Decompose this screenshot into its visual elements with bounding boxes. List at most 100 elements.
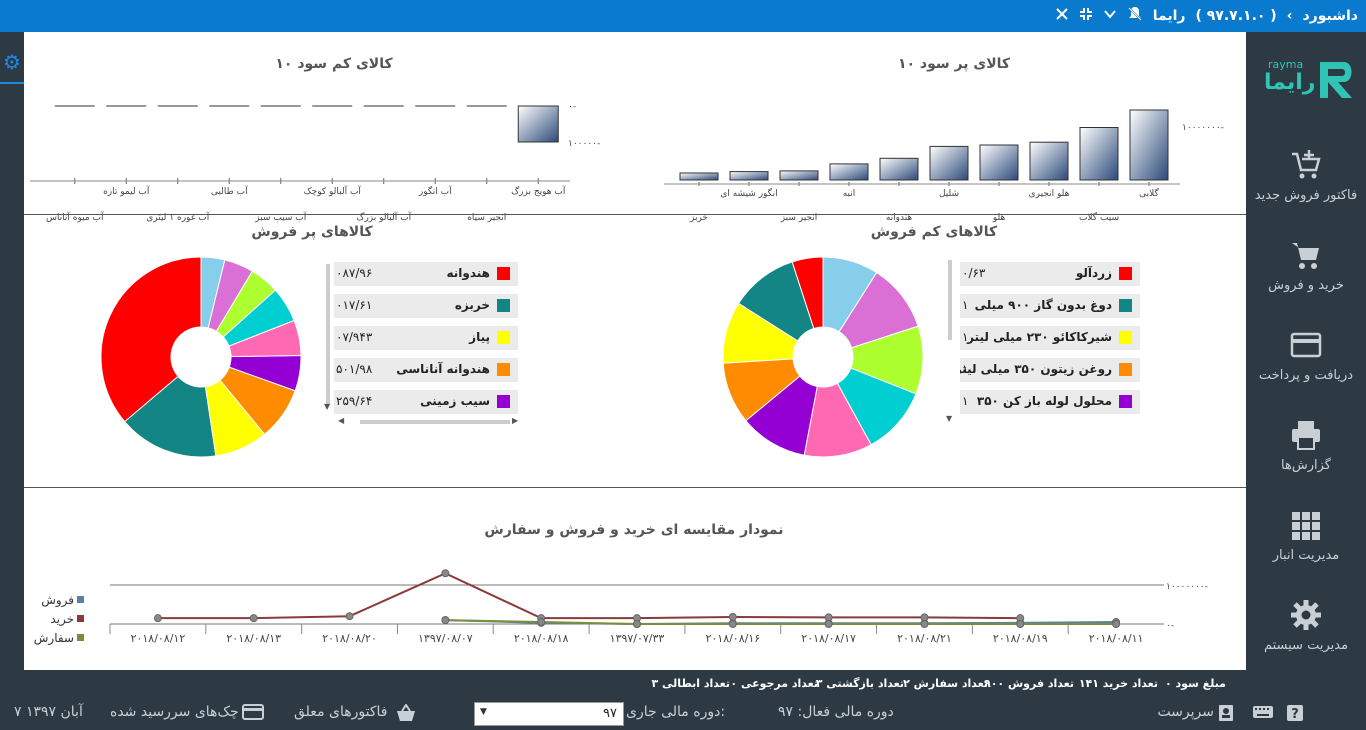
stat-refunds: تعداد مرجوعی ۰ bbox=[730, 677, 818, 690]
sidebar-item-reports[interactable]: گزارش‌ها bbox=[1246, 418, 1366, 498]
current-period-value: ۹۷ bbox=[603, 706, 617, 721]
legend-row: هندوانه آناناسی ۵۰۱/۹۸ bbox=[334, 358, 518, 382]
cart-icon bbox=[1292, 243, 1319, 269]
chevron-down-icon[interactable] bbox=[1103, 7, 1117, 25]
user-badge-icon bbox=[1218, 704, 1236, 726]
app-name: رایما bbox=[1152, 8, 1186, 24]
fullscreen-icon[interactable] bbox=[1079, 7, 1093, 25]
y-tick-label: ۱۰۰۰۰۰۰۰- bbox=[1166, 582, 1208, 592]
legend-row: محلول لوله باز کن ۳۵۰ ۱ bbox=[960, 390, 1140, 414]
y-tick-label: ۱۰۰۰۰۰۰۰- bbox=[1182, 123, 1224, 133]
settings-strip: ⚙ bbox=[0, 32, 24, 670]
legend-swatch bbox=[497, 299, 510, 312]
legend-swatch bbox=[77, 615, 84, 622]
sidebar-item-label: فاکتور فروش جدید bbox=[1254, 188, 1358, 203]
x-tick-label: آب آلبالو بزرگ bbox=[356, 211, 411, 223]
scroll-down-icon[interactable]: ▼ bbox=[946, 414, 952, 423]
legend-row: روغن زیتون ۳۵۰ میلی لیتر ۱ bbox=[960, 358, 1140, 382]
x-tick-label: ۱۳۹۷/۰۷/۳۳ bbox=[610, 632, 665, 645]
keyboard-icon[interactable] bbox=[1252, 704, 1274, 724]
current-user: سرپرست bbox=[1157, 704, 1214, 720]
legend-swatch bbox=[1119, 267, 1132, 280]
sidebar-item-label: دریافت و پرداخت bbox=[1258, 368, 1354, 383]
title-bar: داشبورد ‹ ( ۹۷.۷.۱.۰ ) رایما bbox=[0, 0, 1366, 32]
due-checks-link[interactable]: چک‌های سررسید شده bbox=[110, 704, 239, 720]
scroll-left-icon[interactable]: ◀ bbox=[338, 416, 344, 425]
sidebar-item-system[interactable]: مدیریت سیستم bbox=[1246, 598, 1366, 678]
x-tick-label: ۲۰۱۸/۰۸/۱۷ bbox=[801, 632, 856, 645]
legend-value: ۱ bbox=[962, 298, 969, 312]
sidebar-item-warehouse[interactable]: مدیریت انبار bbox=[1246, 508, 1366, 588]
sidebar-item-payments[interactable]: دریافت و پرداخت bbox=[1246, 328, 1366, 408]
x-tick-label: آب میوه آناناس bbox=[46, 211, 104, 223]
x-tick-label: آب انگور bbox=[418, 185, 452, 197]
x-tick-label: آب آلبالو کوچک bbox=[304, 185, 362, 197]
legend-value: ۰/۶۳ bbox=[962, 266, 986, 280]
credit-card-icon bbox=[1290, 332, 1322, 358]
close-icon[interactable] bbox=[1055, 7, 1069, 25]
top-sales-title: کالاهای پر فروش bbox=[251, 224, 373, 240]
legend-label: خرید bbox=[50, 612, 74, 627]
y-tick-label: ۰- bbox=[568, 102, 576, 112]
logo-text: رایما bbox=[1264, 70, 1316, 95]
x-tick-label: ۲۰۱۸/۰۸/۱۱ bbox=[1089, 632, 1144, 645]
active-indicator bbox=[0, 82, 24, 84]
x-tick-label: ۲۰۱۸/۰۸/۱۹ bbox=[993, 632, 1048, 645]
compare-title: نمودار مقایسه ای خرید و فروش و سفارش bbox=[484, 522, 784, 538]
bar bbox=[729, 171, 769, 181]
current-period-label: دوره مالی جاری: bbox=[626, 704, 726, 720]
legend-value: ۱ bbox=[962, 362, 969, 376]
legend-label: شیرکاکائو ۲۳۰ میلی لیتر bbox=[967, 330, 1112, 344]
bar bbox=[679, 172, 719, 181]
legend-value: ۱ bbox=[962, 330, 969, 344]
x-tick-label: گلابی bbox=[1139, 187, 1159, 199]
chevron-left-icon: ‹ bbox=[1286, 8, 1293, 24]
divider bbox=[24, 487, 1246, 488]
sidebar-item-label: مدیریت انبار bbox=[1272, 548, 1340, 563]
help-icon[interactable]: ? bbox=[1286, 704, 1306, 726]
x-tick-label: ۲۰۱۸/۰۸/۲۱ bbox=[897, 632, 952, 645]
credit-card-icon bbox=[242, 704, 264, 724]
stat-orders: تعداد سفارش ۲ bbox=[903, 677, 988, 690]
low-profit-chart: آب هویج بزرگانجیر سیاهآب انگورآب آلبالو … bbox=[30, 102, 600, 223]
pending-invoices-link[interactable]: فاکتورهای معلق bbox=[294, 704, 387, 720]
legend-hscrollbar[interactable] bbox=[360, 420, 510, 424]
low-sales-pie bbox=[722, 256, 924, 458]
legend-row: سیب زمینی ۲۵۹/۶۴ bbox=[334, 390, 518, 414]
scroll-right-icon[interactable]: ▶ bbox=[512, 416, 518, 425]
legend-scrollbar[interactable] bbox=[326, 264, 330, 404]
scroll-down-icon[interactable]: ▼ bbox=[324, 402, 330, 411]
legend-swatch bbox=[77, 596, 84, 603]
data-point bbox=[345, 612, 354, 621]
y-tick-label: ۱۰۰۰۰۰- bbox=[568, 139, 600, 149]
compare-chart: ۱۰۰۰۰۰۰۰- ۰- ۲۰۱۸/۰۸/۱۲ ۲۰۱۸/۰۸/۱۳ ۲۰۱۸/۰۸/۲… bbox=[34, 569, 1208, 646]
bell-off-icon[interactable] bbox=[1127, 6, 1143, 26]
data-point bbox=[441, 569, 450, 578]
bar bbox=[929, 145, 969, 181]
gear-icon[interactable]: ⚙ bbox=[0, 50, 24, 74]
x-tick-label: ۲۰۱۸/۰۸/۱۶ bbox=[705, 632, 760, 645]
legend-scrollbar[interactable] bbox=[948, 260, 952, 340]
data-point bbox=[1112, 620, 1121, 628]
legend-swatch bbox=[77, 634, 84, 641]
bar bbox=[1029, 141, 1069, 181]
data-point bbox=[153, 614, 162, 623]
sidebar-item-label: خرید و فروش bbox=[1268, 278, 1344, 293]
sidebar-item-buy-sell[interactable]: خرید و فروش bbox=[1246, 238, 1366, 318]
legend-label: محلول لوله باز کن ۳۵۰ bbox=[976, 394, 1112, 408]
stat-profit: مبلغ سود ۰ bbox=[1164, 677, 1226, 690]
x-tick-label: آب طالبی bbox=[211, 185, 248, 197]
dashboard: ۱۰ کالای پر سود گلابی سیب گلاب هلو انجیری ه… bbox=[24, 32, 1246, 670]
sidebar-item-new-invoice[interactable]: فاکتور فروش جدید bbox=[1246, 148, 1366, 228]
current-period-select[interactable]: ۹۷ ▼ bbox=[474, 702, 624, 726]
legend-swatch bbox=[1119, 395, 1132, 408]
legend-row: پیاز ۰۷/۹۴۳ bbox=[334, 326, 518, 350]
legend-swatch bbox=[497, 363, 510, 376]
legend-label: پیاز bbox=[469, 330, 490, 344]
legend-swatch bbox=[497, 331, 510, 344]
basket-icon bbox=[396, 703, 416, 726]
legend-label: فروش bbox=[41, 593, 74, 608]
legend-row: زردآلو ۰/۶۳ bbox=[960, 262, 1140, 286]
stat-purchases: تعداد خرید ۱۴۱ bbox=[1078, 677, 1158, 690]
printer-icon bbox=[1292, 421, 1320, 450]
